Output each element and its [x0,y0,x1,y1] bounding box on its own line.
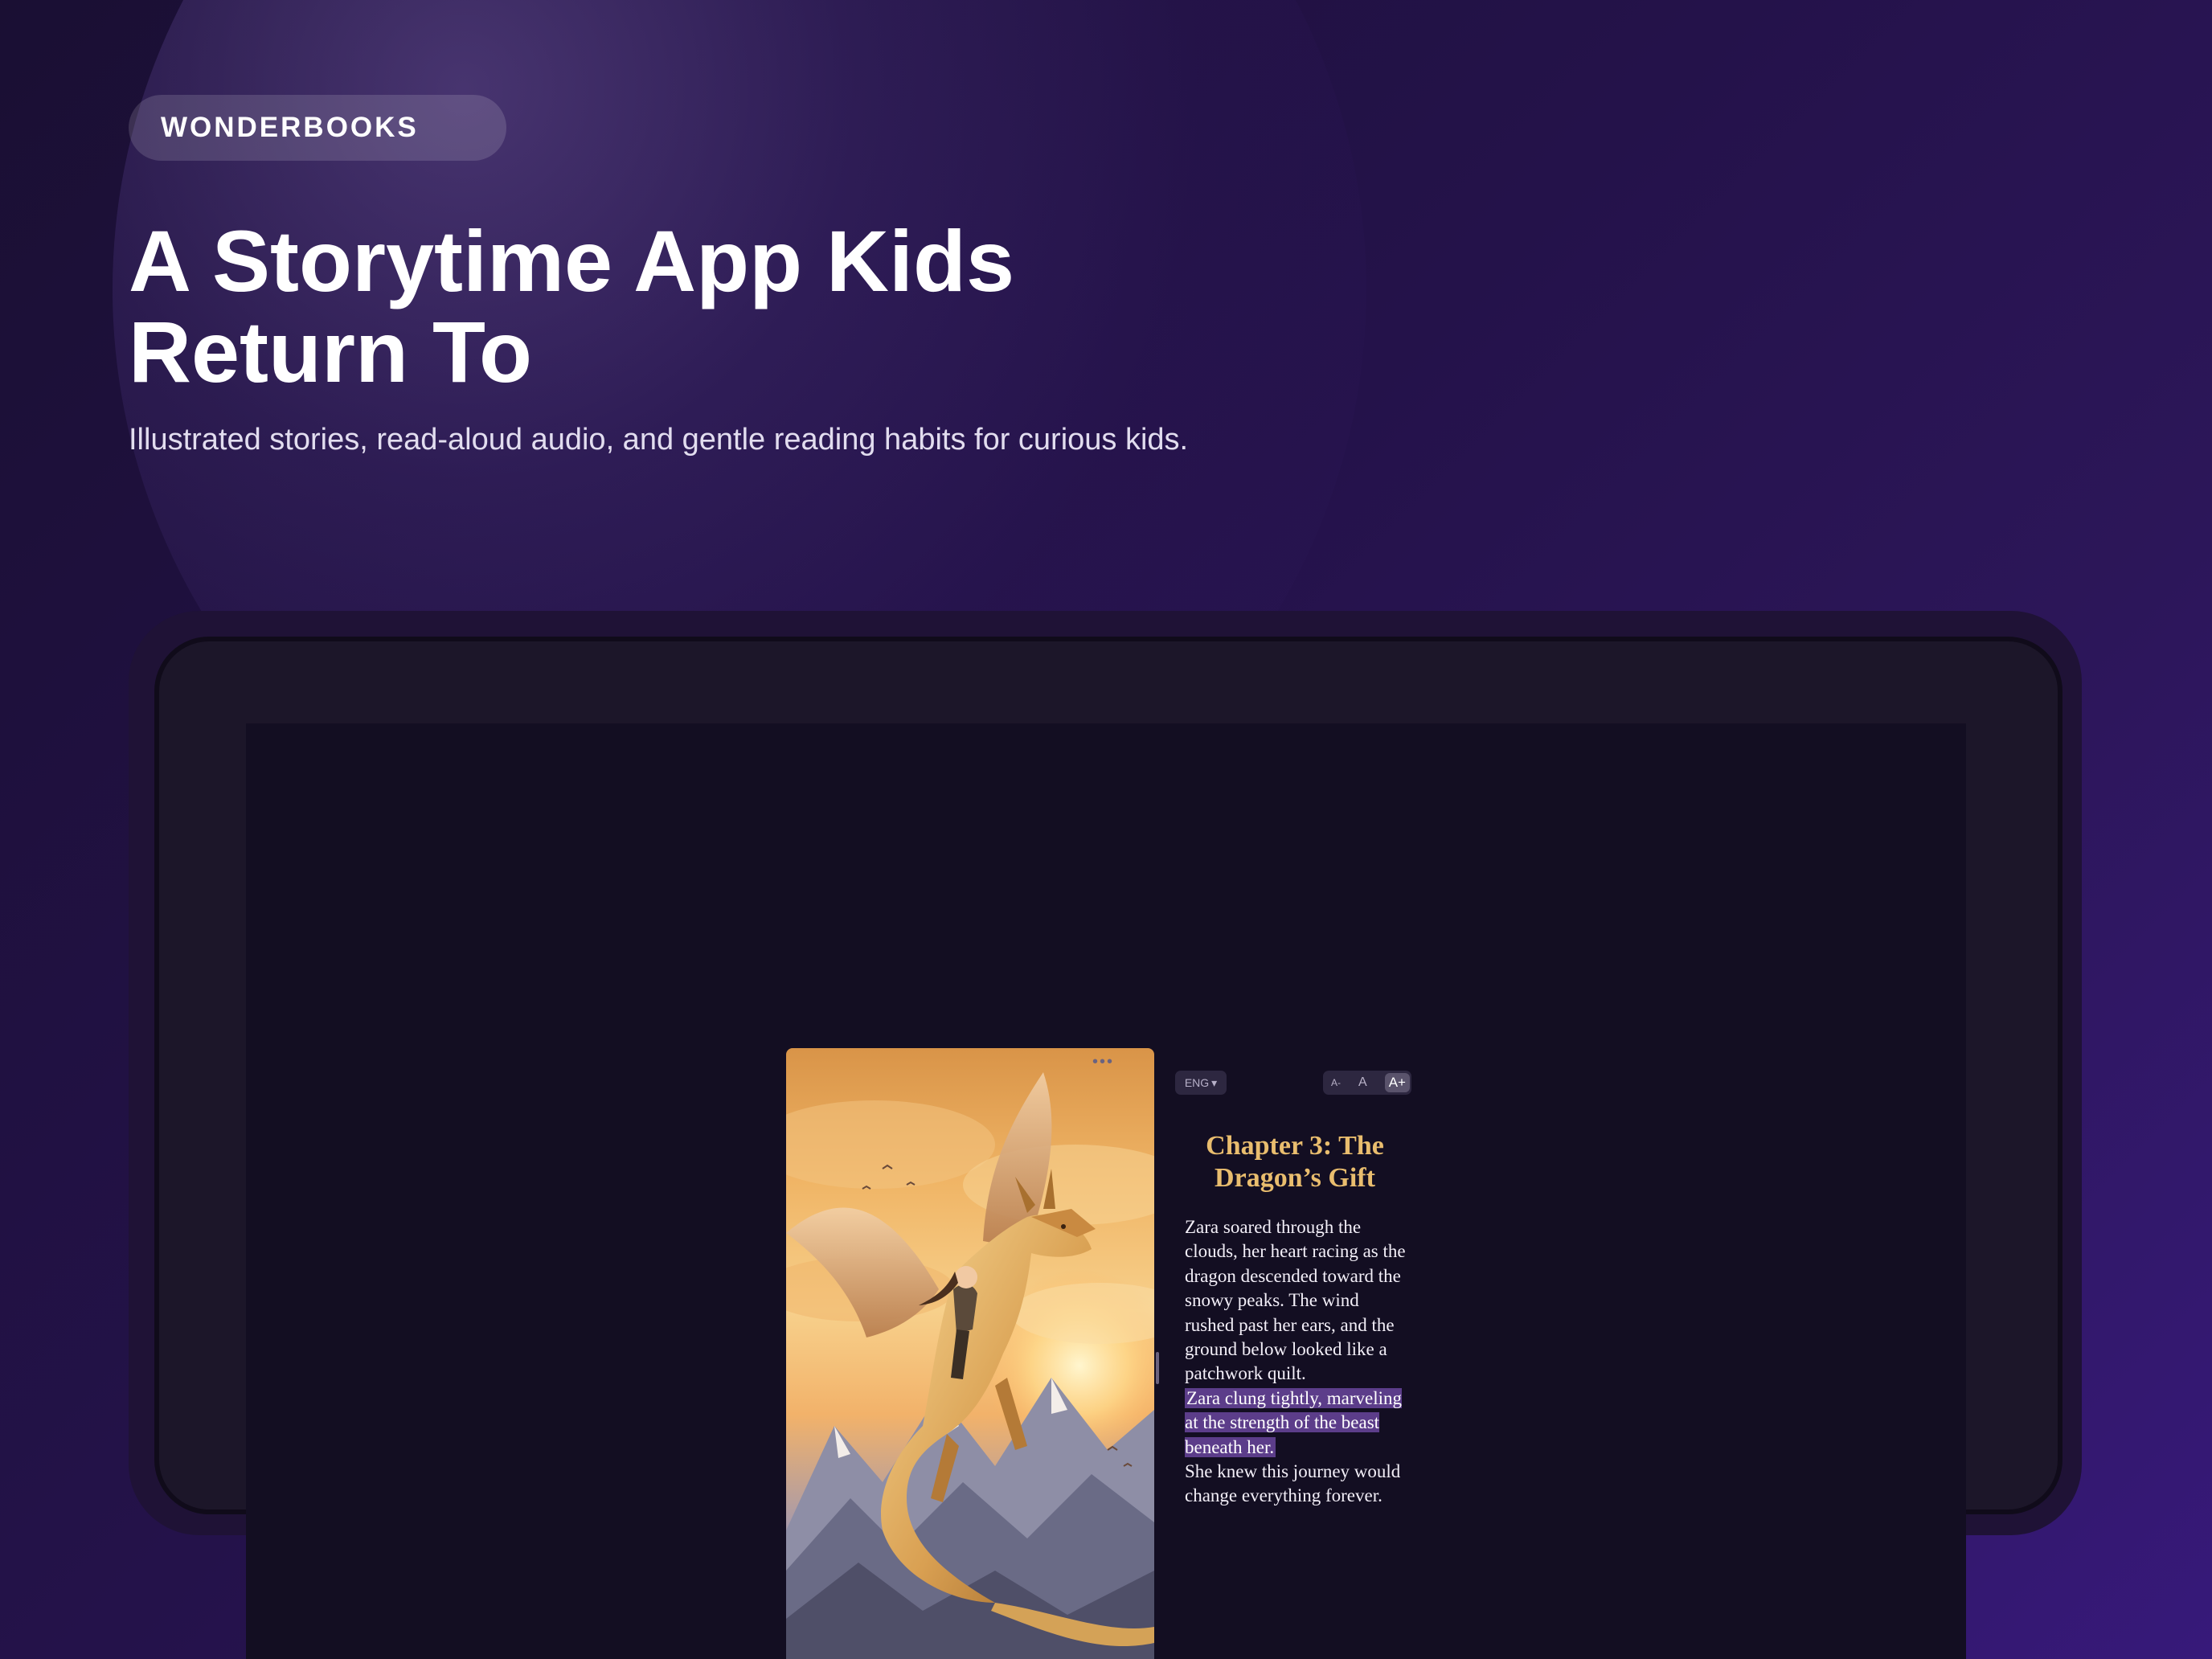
split-view-handle[interactable] [1156,1352,1159,1384]
text-size-default-button[interactable]: A [1358,1075,1367,1090]
text-size-increase-button[interactable]: A+ [1384,1073,1410,1092]
brand-badge: WONDERBOOKS [129,95,506,161]
more-dots-icon[interactable]: ••• [1092,1053,1114,1071]
story-text: Zara soared through the clouds, her hear… [1185,1215,1410,1509]
story-paragraph-continued: She knew this journey would change every… [1185,1461,1401,1506]
brand-name: WONDERBOOKS [161,112,419,143]
text-size-decrease-button[interactable]: A- [1331,1077,1341,1088]
story-paragraph: Zara soared through the clouds, her hear… [1185,1217,1406,1384]
language-label: ENG [1184,1076,1210,1089]
chevron-down-icon: ▾ [1211,1075,1218,1089]
story-illustration: ••• [786,1048,1154,1659]
language-selector[interactable]: ENG ▾ [1175,1071,1227,1095]
read-aloud-highlight: Zara clung tightly, marveling at the str… [1185,1387,1403,1457]
hero-subtitle: Illustrated stories, read-aloud audio, a… [129,423,1189,457]
chapter-title: Chapter 3: The Dragon’s Gift [1206,1131,1384,1193]
dragon-illustration [786,1072,1154,1659]
hero-title: A Storytime App Kids Return To [129,212,1015,400]
tablet-screen: ••• ENG ▾ A- A A+ Chapter 3: The Dragon’… [246,723,1966,1659]
text-size-control: A- A A+ [1323,1071,1411,1095]
